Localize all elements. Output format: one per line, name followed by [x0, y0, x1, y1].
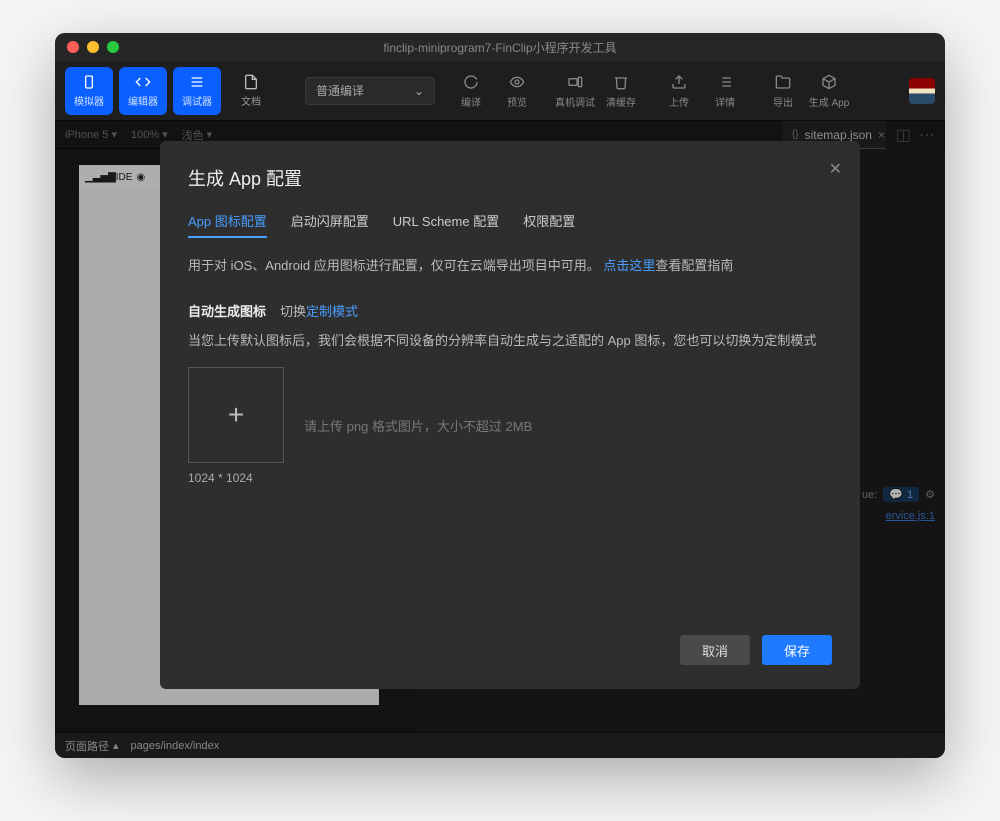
export-button[interactable]: 导出	[761, 73, 805, 109]
section-header: 自动生成图标 切换定制模式	[188, 301, 832, 320]
modal-close-button[interactable]: ✕	[829, 159, 842, 179]
section-description: 当您上传默认图标后，我们会根据不同设备的分辨率自动生成与之适配的 App 图标，…	[188, 330, 832, 349]
traffic-lights	[67, 41, 119, 53]
tab-app-icon[interactable]: App 图标配置	[188, 211, 267, 238]
tab-splash[interactable]: 启动闪屏配置	[291, 211, 369, 238]
close-window-icon[interactable]	[67, 41, 79, 53]
clear-cache-button[interactable]: 清缓存	[599, 73, 643, 109]
main-toolbar: 模拟器 编辑器 调试器 文档 普通编译 ⌄	[55, 61, 945, 121]
modal-title: 生成 App 配置	[188, 165, 832, 191]
app-window: finclip-miniprogram7-FinClip小程序开发工具 模拟器 …	[55, 33, 945, 758]
document-icon	[242, 73, 260, 91]
simulator-button[interactable]: 模拟器	[65, 67, 113, 115]
upload-button[interactable]: 上传	[657, 73, 701, 109]
upload-hint: 请上传 png 格式图片，大小不超过 2MB	[304, 416, 532, 435]
custom-mode-link[interactable]: 定制模式	[306, 304, 358, 319]
tab-url-scheme[interactable]: URL Scheme 配置	[393, 211, 499, 238]
upload-size-caption: 1024 * 1024	[188, 471, 284, 485]
trash-icon	[612, 73, 630, 91]
guide-link[interactable]: 点击这里	[603, 258, 655, 273]
save-button[interactable]: 保存	[762, 635, 832, 665]
titlebar: finclip-miniprogram7-FinClip小程序开发工具	[55, 33, 945, 61]
code-icon	[134, 73, 152, 91]
compile-button[interactable]: 编译	[449, 73, 493, 109]
minimize-window-icon[interactable]	[87, 41, 99, 53]
page-path-value: pages/index/index	[131, 740, 220, 752]
page-path-label[interactable]: 页面路径▴	[65, 738, 119, 754]
list-icon	[716, 73, 734, 91]
window-title: finclip-miniprogram7-FinClip小程序开发工具	[383, 39, 616, 56]
eye-icon	[508, 73, 526, 91]
remote-icon	[566, 73, 584, 91]
debugger-button[interactable]: 调试器	[173, 67, 221, 115]
editor-button[interactable]: 编辑器	[119, 67, 167, 115]
upload-area: + 1024 * 1024 请上传 png 格式图片，大小不超过 2MB	[188, 367, 832, 485]
refresh-icon	[462, 73, 480, 91]
icon-upload-button[interactable]: +	[188, 367, 284, 463]
upload-icon	[670, 73, 688, 91]
section-title: 自动生成图标	[188, 301, 266, 320]
compile-mode-select[interactable]: 普通编译 ⌄	[305, 77, 435, 105]
phone-icon	[80, 73, 98, 91]
build-app-button[interactable]: 生成 App	[807, 73, 851, 109]
build-app-config-modal: ✕ 生成 App 配置 App 图标配置 启动闪屏配置 URL Scheme 配…	[160, 141, 860, 689]
remote-debug-button[interactable]: 真机调试	[553, 73, 597, 109]
cancel-button[interactable]: 取消	[680, 635, 750, 665]
maximize-window-icon[interactable]	[107, 41, 119, 53]
modal-tabs: App 图标配置 启动闪屏配置 URL Scheme 配置 权限配置	[188, 211, 832, 238]
chevron-up-icon: ▴	[113, 739, 119, 752]
chevron-down-icon: ⌄	[414, 84, 424, 98]
modal-description: 用于对 iOS、Android 应用图标进行配置，仅可在云端导出项目中可用。 点…	[188, 256, 832, 277]
sliders-icon	[188, 73, 206, 91]
package-icon	[820, 73, 838, 91]
folder-icon	[774, 73, 792, 91]
bottom-status-bar: 页面路径▴ pages/index/index	[55, 732, 945, 758]
plus-icon: +	[228, 399, 244, 431]
user-avatar[interactable]	[909, 78, 935, 104]
details-button[interactable]: 详情	[703, 73, 747, 109]
modal-footer: 取消 保存	[188, 635, 832, 665]
preview-button[interactable]: 预览	[495, 73, 539, 109]
tab-permissions[interactable]: 权限配置	[523, 211, 575, 238]
docs-button[interactable]: 文档	[227, 67, 275, 115]
